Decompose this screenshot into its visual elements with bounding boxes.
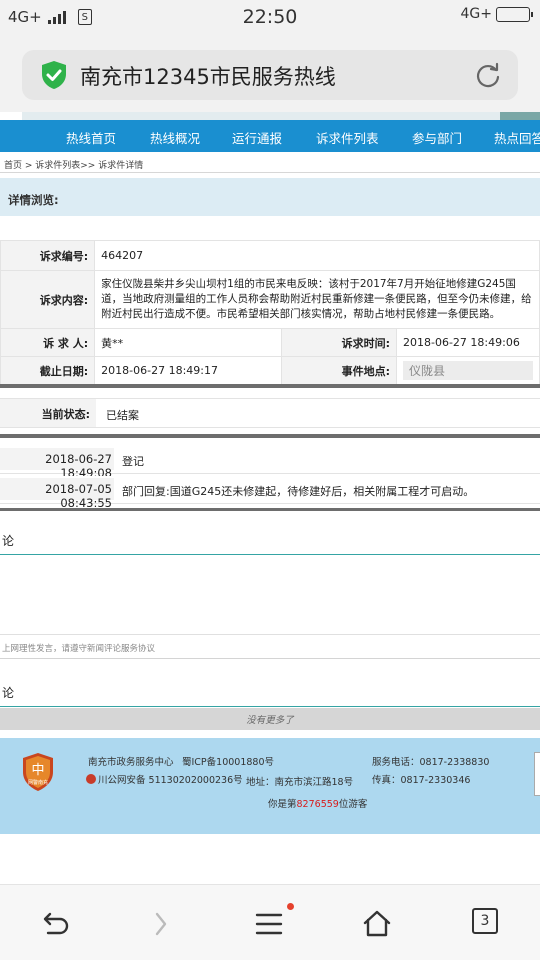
table-row: 诉 求 人: 黄** 诉求时间: 2018-06-27 18:49:06 — [0, 328, 540, 357]
nav-item-reports[interactable]: 运行通报 — [232, 128, 282, 147]
floating-side-tab[interactable] — [534, 752, 540, 796]
divider — [0, 658, 540, 659]
nav-item-departments[interactable]: 参与部门 — [412, 128, 462, 147]
log-desc: 登记 — [122, 455, 144, 468]
clock: 22:50 — [242, 6, 298, 28]
footer-org: 南充市政务服务中心 — [88, 757, 174, 768]
browser-toolbar: 南充市12345市民服务热线 — [0, 36, 540, 112]
comment-list-title: 论 — [2, 686, 15, 700]
home-icon[interactable] — [360, 907, 394, 941]
no-more-bar: 没有更多了 — [0, 708, 540, 730]
table-row: 诉求编号: 464207 — [0, 240, 540, 271]
comment-divider — [0, 706, 540, 707]
divider — [0, 172, 540, 173]
header-strip — [22, 112, 540, 120]
divider-bar — [0, 434, 540, 438]
content-label: 诉求内容: — [0, 270, 96, 329]
footer-phone: 服务电话：0817-2338830 — [372, 757, 490, 768]
nav-item-overview[interactable]: 热线概况 — [150, 128, 200, 147]
address-bar[interactable]: 南充市12345市民服务热线 — [22, 50, 518, 100]
log-desc: 部门回复:国道G245还未修建起，待修建好后，相关附属工程才可启动。 — [122, 485, 475, 498]
back-icon[interactable] — [36, 907, 70, 941]
content-value: 家住仪陇县柴井乡尖山坝村1组的市民来电反映：该村于2017年7月开始征地修建G2… — [101, 278, 532, 320]
time-label: 诉求时间: — [280, 328, 398, 357]
person-label: 诉 求 人: — [0, 328, 96, 357]
visitor-prefix: 你是第 — [268, 799, 297, 810]
browser-bottom-nav — [0, 884, 540, 960]
detail-table: 诉求编号: 464207 诉求内容: 家住仪陇县柴井乡尖山坝村1组的市民来电反映… — [0, 240, 540, 385]
web-page: 热线首页 热线概况 运行通报 诉求件列表 参与部门 热点回答 首页 > 诉求件列… — [0, 112, 540, 884]
tabs-icon[interactable]: 3 — [472, 908, 498, 934]
forward-icon[interactable] — [144, 907, 178, 941]
emblem-sub: 网警南充 — [28, 779, 48, 786]
spacer — [0, 216, 540, 238]
content-cell: 家住仪陇县柴井乡尖山坝村1组的市民来电反映：该村于2017年7月开始征地修建G2… — [94, 270, 540, 329]
breadcrumb[interactable]: 首页 > 诉求件列表>> 诉求件详情 — [4, 158, 143, 171]
status-row: 当前状态: 已结案 — [0, 398, 540, 428]
site-footer: 中 网警南充 南充市政务服务中心 蜀ICP备10001880号 川公网安备 51… — [0, 738, 540, 834]
footer-police-record[interactable]: 川公网安备 51130202000236号 — [86, 772, 243, 786]
visitor-count: 8276559 — [296, 799, 339, 810]
person-value: 黄** — [94, 328, 282, 357]
status-right: 4G+ — [460, 6, 533, 22]
comment-title: 论 — [2, 534, 15, 548]
deadline-label: 截止日期: — [0, 356, 96, 385]
nav-item-requests[interactable]: 诉求件列表 — [316, 128, 379, 147]
site-nav: 热线首页 热线概况 运行通报 诉求件列表 参与部门 热点回答 — [0, 120, 540, 152]
battery-icon — [496, 6, 533, 22]
header-strip-accent — [500, 112, 540, 120]
notification-dot — [287, 903, 294, 910]
comment-tip[interactable]: 上网理性发言，请遵守新闻评论服务协议 — [2, 642, 155, 654]
nav-item-home[interactable]: 热线首页 — [66, 128, 116, 147]
footer-police-text: 川公网安备 51130202000236号 — [98, 775, 243, 786]
page-title: 南充市12345市民服务热线 — [80, 65, 336, 89]
comment-input[interactable] — [0, 555, 540, 635]
section-title: 详情浏览: — [0, 178, 540, 216]
log-row: 2018-06-27 18:49:08 登记 — [0, 446, 540, 480]
network-type-right: 4G+ — [460, 6, 493, 22]
footer-icp[interactable]: 蜀ICP备10001880号 — [182, 754, 274, 768]
divider-bar — [0, 384, 540, 388]
status-value: 已结案 — [106, 409, 139, 422]
log-time: 2018-06-27 18:49:08 — [0, 448, 114, 480]
place-cell: 仪陇县 — [396, 356, 540, 385]
table-row: 诉求内容: 家住仪陇县柴井乡尖山坝村1组的市民来电反映：该村于2017年7月开始… — [0, 270, 540, 329]
time-value: 2018-06-27 18:49:06 — [396, 328, 540, 357]
police-emblem-icon: 中 网警南充 — [23, 753, 53, 791]
footer-fax: 传真：0817-2330346 — [372, 775, 471, 786]
table-row: 截止日期: 2018-06-27 18:49:17 事件地点: 仪陇县 — [0, 356, 540, 385]
emblem-char: 中 — [31, 763, 44, 778]
number-value: 464207 — [94, 240, 540, 271]
shield-check-icon — [42, 61, 66, 89]
reload-icon[interactable] — [474, 61, 502, 89]
log-row: 2018-07-05 08:43:55 部门回复:国道G245还未修建起，待修建… — [0, 476, 540, 510]
visitor-counter: 你是第8276559位游客 — [268, 796, 367, 810]
divider-bar — [0, 508, 540, 511]
place-label: 事件地点: — [280, 356, 398, 385]
place-value: 仪陇县 — [403, 361, 533, 380]
deadline-value: 2018-06-27 18:49:17 — [94, 356, 282, 385]
menu-icon[interactable] — [252, 907, 286, 941]
log-time: 2018-07-05 08:43:55 — [0, 478, 114, 510]
visitor-suffix: 位游客 — [338, 799, 368, 810]
status-bar: 4G+ S 22:50 4G+ — [0, 0, 540, 36]
status-label: 当前状态: — [0, 399, 96, 427]
number-label: 诉求编号: — [0, 240, 96, 271]
footer-address: 地址：南充市滨江路18号 — [246, 777, 354, 788]
police-badge-icon — [86, 774, 96, 784]
nav-item-hot-answers[interactable]: 热点回答 — [494, 128, 540, 147]
